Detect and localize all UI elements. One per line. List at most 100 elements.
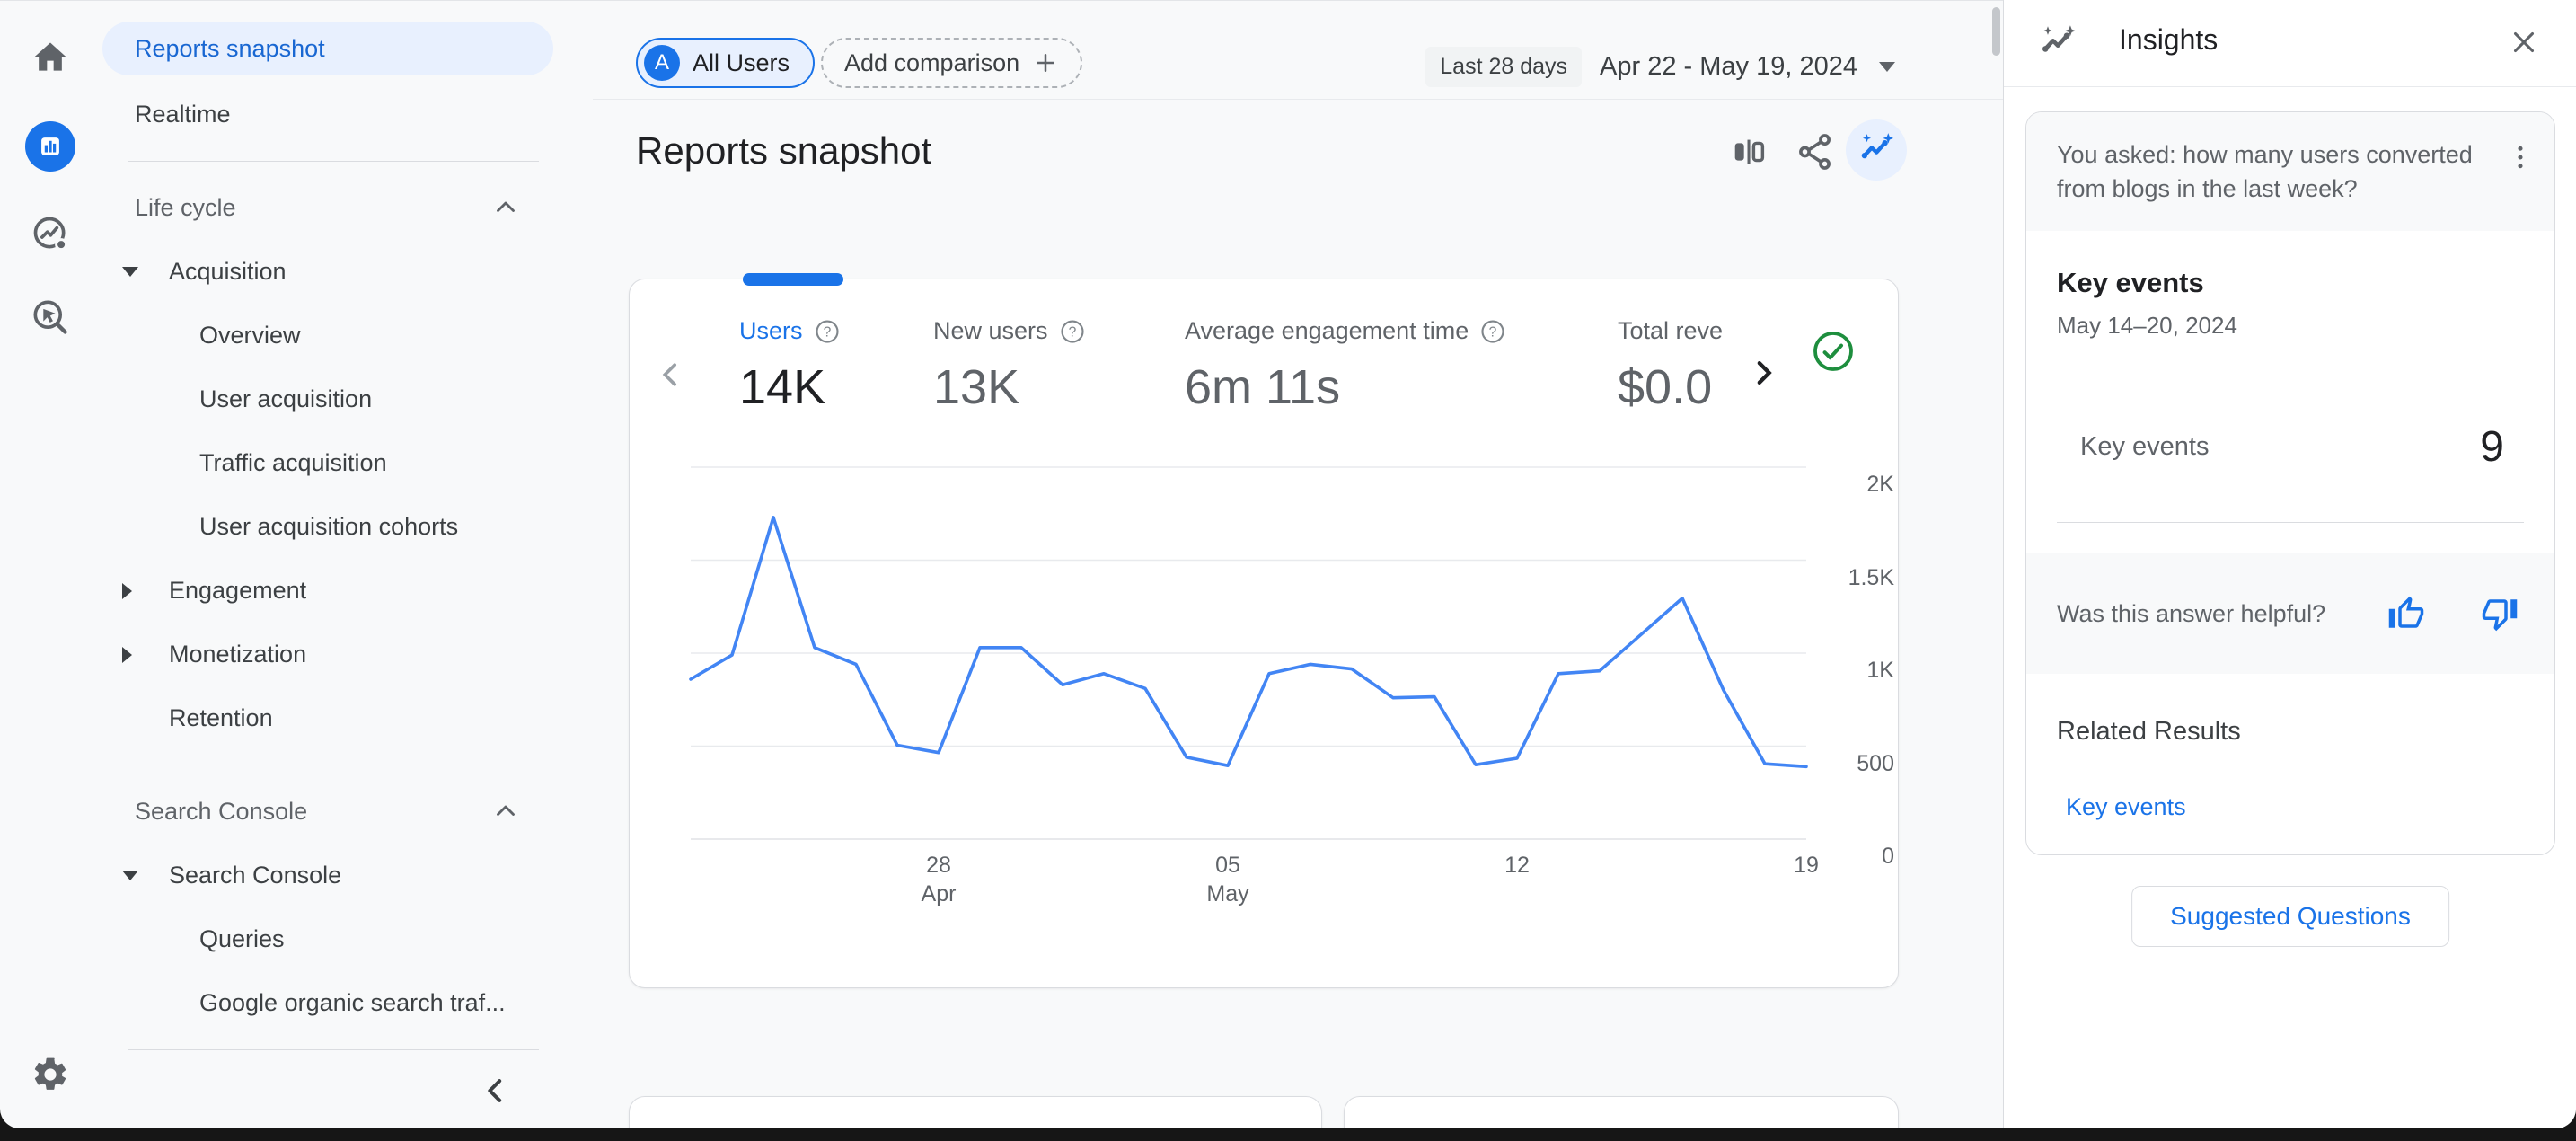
sidebar-item-label: Acquisition [169,258,287,286]
expander-expanded-icon[interactable] [122,871,138,880]
sidebar-item-label: Retention [169,704,273,732]
svg-text:?: ? [1068,324,1076,340]
users-line-chart[interactable] [691,467,1806,839]
y-tick-label: 2K [1866,472,1894,498]
sidebar-item-label: Queries [199,925,285,953]
related-results-title: Related Results [2057,717,2524,747]
sidebar-section-search-console[interactable]: Search Console [101,780,593,844]
sidebar-item-retention[interactable]: Retention [101,686,593,750]
insights-header: Insights [2004,0,2576,87]
suggested-questions-button[interactable]: Suggested Questions [2131,886,2449,947]
ga4-app: Reports snapshot Realtime Life cycle Acquis… [0,0,2576,1128]
metric-total-reve[interactable]: Total reve$0.0 [1618,317,1770,415]
chevron-up-icon[interactable] [490,192,521,223]
sidebar-item-user-acquisition-cohorts[interactable]: User acquisition cohorts [101,495,593,559]
key-events-row-value: 9 [2480,422,2504,472]
home-icon[interactable] [31,38,70,77]
svg-text:?: ? [1489,324,1497,340]
line-chart-svg [691,467,1806,839]
key-events-row-label: Key events [2080,432,2209,462]
main-scrollbar-thumb[interactable] [1992,7,2000,56]
comparison-toggle-icon[interactable] [1729,131,1770,172]
report-nav: Reports snapshot Realtime Life cycle Acquis… [101,0,593,1128]
thumbs-up-icon[interactable] [2387,595,2425,632]
date-range-label: Apr 22 - May 19, 2024 [1600,52,1857,82]
insight-card-title: Key events [2057,267,2524,299]
settings-gear-icon[interactable] [31,1055,70,1094]
sidebar-item-label: Reports snapshot [135,35,325,63]
sidebar-item-label: Monetization [169,641,306,668]
all-users-label: All Users [693,49,790,77]
insight-card: You asked: how many users converted from… [2025,111,2555,855]
all-users-chip[interactable]: A All Users [636,38,815,88]
metric-label: New users [933,317,1048,345]
related-key-events-link[interactable]: Key events [2057,793,2524,821]
sidebar-item-overview[interactable]: Overview [101,304,593,367]
sidebar-item-user-acquisition[interactable]: User acquisition [101,367,593,431]
metric-users[interactable]: Users?14K [739,317,841,415]
snapshot-summary-card: Users?14K New users? 13K Average engagement… [629,279,1899,988]
date-range-picker[interactable]: Last 28 days Apr 22 - May 19, 2024 [1425,47,1895,87]
insights-title: Insights [2119,23,2218,57]
sidebar-item-label: Google organic search traf... [199,989,506,1017]
insights-sparkline-icon [1857,131,1895,169]
y-tick-label: 0 [1882,844,1894,870]
collapse-sidebar-button[interactable] [478,1073,514,1109]
sidebar-item-reports-snapshot[interactable]: Reports snapshot [102,22,553,75]
metric-value: 13K [933,359,1086,415]
metrics-prev-arrow[interactable] [653,357,689,393]
feedback-section: Was this answer helpful? [2026,553,2554,674]
chevron-up-icon[interactable] [490,796,521,827]
metric-value: 6m 11s [1185,359,1506,415]
sidebar-item-realtime[interactable]: Realtime [101,83,593,146]
plus-icon [1032,49,1059,76]
expander-collapsed-icon[interactable] [122,647,132,663]
x-tick-label: 28Apr [922,851,957,908]
sidebar-item-monetization[interactable]: Monetization [101,623,593,686]
close-icon[interactable] [2507,25,2541,59]
sidebar-item-google-organic-search-traf[interactable]: Google organic search traf... [101,971,593,1035]
sidebar-item-label: Overview [199,322,301,349]
sidebar-item-label: Realtime [135,101,231,128]
help-icon[interactable]: ? [1479,318,1506,345]
sidebar-item-traffic-acquisition[interactable]: Traffic acquisition [101,431,593,495]
share-icon[interactable] [1795,131,1836,172]
expander-collapsed-icon[interactable] [122,583,132,599]
sidebar-item-label: Life cycle [135,194,236,222]
divider [2057,522,2524,523]
sidebar-section-life-cycle[interactable]: Life cycle [101,176,593,240]
expander-expanded-icon[interactable] [122,267,138,277]
help-icon[interactable]: ? [1059,318,1086,345]
explore-nav-icon[interactable] [31,297,70,337]
sidebar-item-search-console[interactable]: Search Console [101,844,593,907]
advertising-nav-icon[interactable] [31,214,70,253]
comparison-bar: A All Users Add comparison Last 28 days … [593,0,2003,100]
avatar: A [644,45,680,81]
feedback-prompt: Was this answer helpful? [2057,600,2325,628]
key-events-check-icon[interactable] [1812,330,1855,373]
active-card-tab-indicator [743,273,843,286]
y-axis-labels: 2K1.5K1K5000 [1813,467,1894,862]
metric-average-engagement-time[interactable]: Average engagement time? 6m 11s [1185,317,1506,415]
add-comparison-button[interactable]: Add comparison [821,38,1082,88]
caret-down-icon [1879,62,1895,72]
x-tick-label: 19 [1794,851,1819,880]
add-comparison-label: Add comparison [844,49,1019,77]
sidebar-item-engagement[interactable]: Engagement [101,559,593,623]
sidebar-item-label: User acquisition cohorts [199,513,458,541]
metric-label: Average engagement time [1185,317,1469,345]
bottom-card-right [1344,1096,1899,1128]
sidebar-item-acquisition[interactable]: Acquisition [101,240,593,304]
sidebar-item-queries[interactable]: Queries [101,907,593,971]
insights-button[interactable] [1846,119,1907,181]
insight-question-text: You asked: how many users converted from… [2057,141,2473,202]
reports-nav-icon[interactable] [25,121,75,172]
kebab-menu-icon[interactable] [2504,141,2536,173]
thumbs-down-icon[interactable] [2481,595,2519,632]
x-axis-labels: 28Apr05May1219 [691,851,1806,923]
insights-panel: Insights You asked: how many users conve… [2003,0,2576,1128]
metric-new-users[interactable]: New users? 13K [933,317,1086,415]
sidebar-item-label: Traffic acquisition [199,449,387,477]
help-icon[interactable]: ? [814,318,841,345]
sidebar-divider [128,161,539,162]
